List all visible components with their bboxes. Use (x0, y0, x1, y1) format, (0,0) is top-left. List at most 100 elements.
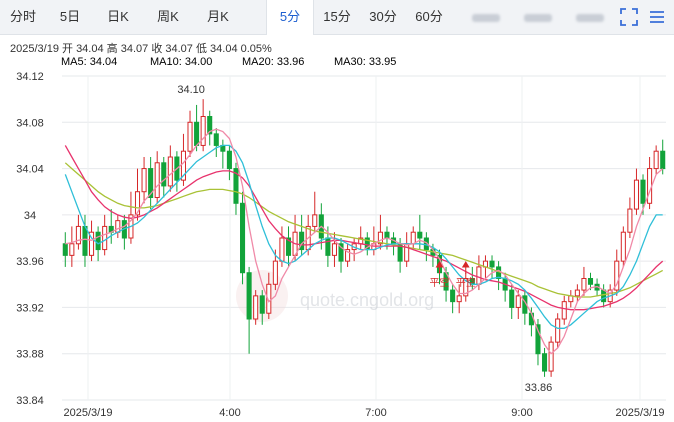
candle (351, 238, 357, 262)
candle (548, 336, 554, 377)
candle-body (69, 243, 75, 256)
candle-body (555, 318, 561, 343)
candle (220, 139, 226, 169)
candle-body (417, 231, 423, 239)
candle (207, 110, 213, 146)
candle-body (548, 341, 554, 372)
x-tick-label: 9:00 (511, 407, 532, 419)
candle (115, 214, 121, 238)
candles (62, 99, 666, 377)
candle-body (489, 260, 495, 268)
x-tick-label: 2025/3/19 (616, 407, 665, 419)
candle (364, 232, 370, 256)
candle (312, 191, 318, 233)
x-tick-label: 7:00 (365, 407, 386, 419)
candle-body (62, 243, 68, 256)
candle (404, 232, 410, 267)
candle (489, 255, 495, 279)
candle-body (561, 301, 567, 320)
candle (542, 347, 548, 377)
candle (423, 232, 429, 262)
candle (187, 110, 193, 157)
candle (345, 243, 351, 267)
candle-body (476, 266, 482, 285)
candle-body (515, 295, 521, 308)
candle (601, 284, 607, 308)
candle (148, 157, 154, 210)
y-tick-label: 34.04 (16, 164, 44, 176)
candle (561, 295, 567, 325)
candle (614, 249, 620, 296)
candle (568, 290, 574, 308)
watermark: quote.cngold.org (236, 270, 434, 322)
candle-body (574, 289, 580, 297)
candle-body (647, 168, 653, 204)
y-tick-label: 33.88 (16, 349, 44, 361)
candle (246, 266, 252, 354)
candle (627, 197, 633, 238)
x-axis-ticks: 2025/3/19 4:00 7:00 9:00 2025/3/19 (64, 407, 665, 419)
candle-body (167, 156, 173, 187)
candle-body (154, 162, 160, 199)
candle (496, 261, 502, 291)
candle (555, 313, 561, 348)
candle-body (259, 295, 265, 314)
candle-body (456, 295, 462, 303)
candle-body (279, 237, 285, 262)
candle (410, 226, 416, 250)
candle-body (633, 179, 639, 210)
y-axis-ticks: 34.12 34.08 34.04 34 33.96 33.92 33.88 33.84 (16, 71, 44, 407)
candle (161, 157, 167, 198)
candle (154, 151, 160, 204)
candle-body (581, 278, 587, 291)
candle-body (542, 353, 548, 372)
candle (75, 214, 81, 250)
x-tick-label: 2025/3/19 (64, 407, 113, 419)
candle-body (200, 116, 206, 146)
candle-body (620, 231, 626, 262)
candle-body (95, 231, 101, 251)
trade-marker: 平空 (430, 276, 450, 289)
candle-body (187, 121, 193, 152)
candle-body (660, 150, 666, 170)
candle-body (253, 295, 259, 320)
candle-body (653, 150, 659, 170)
grid-lines (62, 75, 666, 401)
max-price-label: 34.10 (177, 84, 205, 96)
candle-body (102, 225, 108, 251)
trade-marker: 平空 (456, 276, 476, 289)
candle (180, 133, 186, 186)
chart-app: 分时 5日 日K 周K 月K 5分 15分 30分 60分 2025/3/19 … (0, 0, 674, 422)
candle-body (194, 121, 200, 146)
x-tick-label: 4:00 (219, 407, 240, 419)
candle (167, 145, 173, 192)
candle-body (312, 214, 318, 227)
candle (358, 226, 364, 250)
candle-body (141, 168, 147, 193)
candle (174, 151, 180, 192)
candle-body (272, 260, 278, 285)
candle (240, 191, 246, 285)
candle-body (246, 272, 252, 320)
candle (522, 290, 528, 325)
candle (633, 168, 639, 215)
candle-body (627, 208, 633, 233)
watermark-text: quote.cngold.org (300, 290, 434, 310)
candle (450, 284, 456, 314)
candle-body (331, 243, 337, 256)
candle-body (509, 289, 515, 308)
candle-body (450, 289, 456, 303)
y-tick-label: 34 (24, 210, 36, 222)
candle (62, 232, 68, 267)
candle (108, 209, 114, 244)
y-tick-label: 33.92 (16, 302, 44, 314)
candlestick-chart: quote.cngold.org 34.1033.86平空 平空 34.1234.… (16, 71, 666, 419)
y-tick-label: 34.12 (16, 71, 44, 83)
candle-body (601, 289, 607, 303)
candle-body (82, 225, 88, 256)
candle-body (161, 162, 167, 187)
candle (226, 145, 232, 181)
candle-body (384, 231, 390, 239)
candle (213, 128, 219, 157)
candle (377, 214, 383, 250)
